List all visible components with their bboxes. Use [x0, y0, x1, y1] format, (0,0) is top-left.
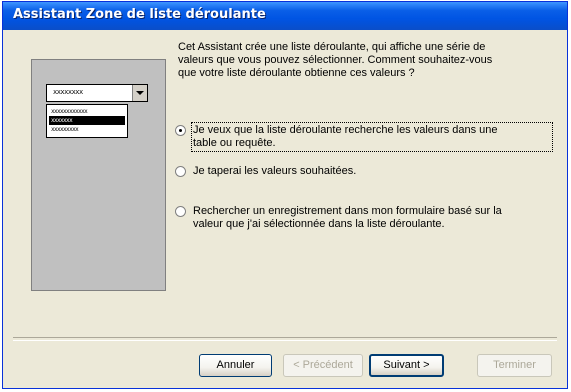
preview-list-item: xxxxxxxxx: [51, 126, 79, 133]
option-line: table ou requête.: [193, 137, 276, 149]
radio-button-lookup-table[interactable]: [175, 125, 186, 136]
chevron-down-icon: [132, 85, 147, 101]
option-lookup-table-label: Je veux que la liste déroulante recherch…: [193, 124, 498, 150]
combo-preview-illustration: xxxxxxxx xxxxxxxxxxxx xxxxxxx xxxxxxxxx: [31, 59, 166, 291]
intro-text: Cet Assistant crée une liste déroulante,…: [178, 41, 548, 80]
title-bar[interactable]: Assistant Zone de liste déroulante: [3, 2, 567, 30]
previous-button[interactable]: < Précédent: [283, 354, 363, 377]
option-line: valeur que j'ai sélectionnée dans la lis…: [193, 218, 445, 230]
option-line: Je taperai les valeurs souhaitées.: [193, 165, 357, 177]
intro-line: Cet Assistant crée une liste déroulante,…: [178, 41, 486, 53]
preview-combo-text: xxxxxxxx: [53, 88, 83, 96]
intro-line: valeurs que vous pouvez sélectionner. Co…: [178, 54, 493, 66]
option-find-record[interactable]: Rechercher un enregistrement dans mon fo…: [175, 205, 555, 235]
radio-button-find-record[interactable]: [175, 206, 186, 217]
radio-button-type-values[interactable]: [175, 166, 186, 177]
window-title: Assistant Zone de liste déroulante: [13, 7, 266, 22]
preview-combo-box: xxxxxxxx: [46, 84, 148, 102]
preview-dropdown-list: xxxxxxxxxxxx xxxxxxx xxxxxxxxx: [46, 104, 128, 138]
preview-list-item: xxxxxxxxxxxx: [51, 108, 88, 115]
intro-line: que votre liste déroulante obtienne ces …: [178, 67, 415, 79]
option-line: Je veux que la liste déroulante recherch…: [193, 124, 498, 136]
radio-dot-icon: [179, 129, 182, 132]
option-line: Rechercher un enregistrement dans mon fo…: [193, 205, 502, 217]
footer-separator: [13, 337, 557, 341]
preview-list-item-selected: xxxxxxx: [49, 116, 125, 125]
option-find-record-label: Rechercher un enregistrement dans mon fo…: [193, 205, 502, 231]
cancel-button[interactable]: Annuler: [199, 354, 272, 377]
wizard-window: Assistant Zone de liste déroulante xxxxx…: [2, 1, 568, 389]
finish-button[interactable]: Terminer: [477, 354, 552, 377]
option-type-values-label: Je taperai les valeurs souhaitées.: [193, 165, 356, 178]
next-button[interactable]: Suivant >: [369, 354, 444, 377]
option-lookup-table[interactable]: Je veux que la liste déroulante recherch…: [175, 122, 555, 154]
option-type-values[interactable]: Je taperai les valeurs souhaitées.: [175, 165, 555, 181]
